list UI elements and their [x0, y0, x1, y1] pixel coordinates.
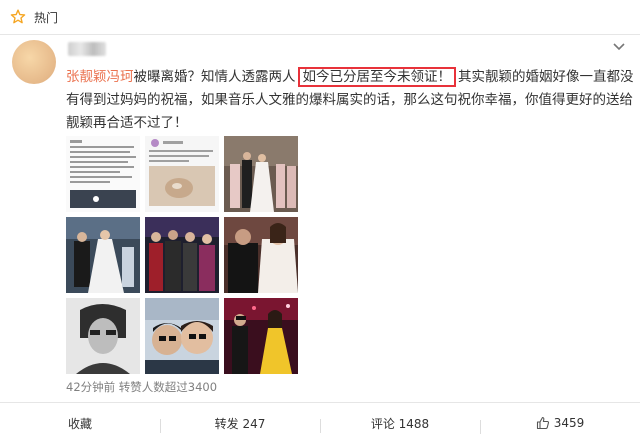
post-meta: 42分钟前 转赞人数超过3400	[66, 380, 218, 394]
hot-star-icon	[10, 9, 26, 24]
like-count: 3459	[553, 416, 585, 430]
photo-thumbnail[interactable]	[66, 298, 140, 374]
comment-label: 评论 1488	[370, 416, 430, 431]
comment-button[interactable]: 评论 1488	[320, 415, 480, 433]
like-button[interactable]: 3459	[480, 416, 640, 434]
photo-thumbnail[interactable]	[224, 298, 298, 374]
highlighted-text: 如今已分居至今未领证！	[297, 67, 456, 87]
repost-label: 转发 247	[214, 416, 266, 431]
hot-topbar: 热门	[0, 0, 640, 35]
repost-button[interactable]: 转发 247	[160, 415, 320, 433]
mention-link[interactable]: 张靓颖冯珂	[66, 69, 134, 85]
action-bar: 收藏 转发 247 评论 1488 3459	[0, 402, 640, 443]
photo-thumbnail[interactable]	[224, 136, 298, 212]
photo-thumbnail[interactable]	[145, 136, 219, 212]
photo-thumbnail[interactable]	[224, 217, 298, 293]
thumb-up-icon	[536, 416, 549, 430]
favorite-button[interactable]: 收藏	[0, 415, 160, 432]
photo-thumbnail[interactable]	[145, 298, 219, 374]
favorite-label: 收藏	[67, 416, 92, 431]
photo-thumbnail[interactable]	[145, 217, 219, 293]
photo-thumbnail[interactable]	[66, 217, 140, 293]
hot-label: 热门	[34, 10, 59, 25]
avatar[interactable]	[12, 40, 56, 84]
chevron-down-icon[interactable]	[612, 40, 626, 54]
photo-thumbnail[interactable]	[66, 136, 140, 212]
username-blurred[interactable]	[68, 42, 106, 56]
photo-grid	[66, 136, 298, 374]
post-text-segment: 被曝离婚？知情人透露两人	[133, 69, 296, 85]
post-body: 张靓颖冯珂被曝离婚？知情人透露两人 如今已分居至今未领证！ 其实靓颖的婚姻好像一直都…	[66, 66, 636, 135]
